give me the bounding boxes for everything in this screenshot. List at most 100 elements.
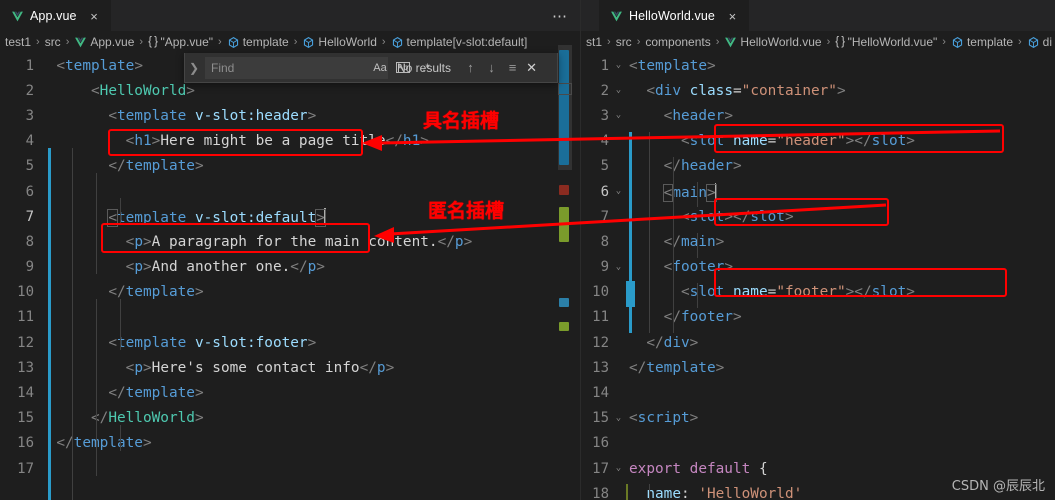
code-line[interactable]: 1 ⌄ <template> bbox=[581, 53, 1055, 78]
tab-helloworld-vue[interactable]: HelloWorld.vue × bbox=[599, 0, 749, 31]
breadcrumb-right[interactable]: st1 › src › components › HelloWorld.vue … bbox=[581, 31, 1055, 53]
fold-chevron-icon[interactable]: ⌄ bbox=[611, 179, 626, 204]
find-close-icon[interactable]: ✕ bbox=[523, 60, 540, 76]
braces-icon: { } bbox=[148, 36, 158, 48]
breadcrumb-item[interactable]: { } "HelloWorld.vue" bbox=[834, 35, 938, 49]
tabbar-spacer bbox=[581, 0, 599, 31]
find-widget[interactable]: ❯ Aa Ab .* No results ↑ ↓ ≡ ✕ bbox=[184, 53, 558, 83]
breadcrumb-label: template[v-slot:default] bbox=[406, 35, 528, 49]
code-line[interactable]: 11 bbox=[0, 305, 580, 330]
tab-app-vue[interactable]: App.vue × bbox=[0, 0, 111, 31]
line-number: 9 bbox=[600, 259, 609, 276]
find-in-selection-icon[interactable]: ≡ bbox=[504, 60, 521, 75]
line-number: 8 bbox=[25, 233, 34, 250]
code-line[interactable]: 14 </template> bbox=[0, 380, 580, 405]
fold-chevron-icon[interactable]: ⌄ bbox=[611, 78, 626, 103]
breadcrumb-left[interactable]: test1 › src › App.vue › { } "App.vue" › bbox=[0, 31, 580, 53]
breadcrumb-item[interactable]: template bbox=[950, 35, 1014, 49]
code-line[interactable]: 16 </template> bbox=[0, 431, 580, 456]
breadcrumb-item[interactable]: di bbox=[1026, 35, 1053, 49]
breadcrumb-separator: › bbox=[826, 36, 831, 48]
code-line[interactable]: 15 ⌄ <script> bbox=[581, 406, 1055, 431]
breadcrumb-item[interactable]: HelloWorld.vue bbox=[723, 35, 822, 49]
line-content: </template> bbox=[108, 385, 204, 402]
indent-guide bbox=[120, 425, 121, 451]
code-line[interactable]: 4 <h1>Here might be a page title</h1> bbox=[0, 129, 580, 154]
fold-chevron-icon[interactable]: ⌄ bbox=[611, 406, 626, 431]
breadcrumb-item[interactable]: template bbox=[226, 35, 290, 49]
breadcrumb-item[interactable]: { } "App.vue" bbox=[147, 35, 214, 49]
code-line[interactable]: 8 <p>A paragraph for the main content.</… bbox=[0, 229, 580, 254]
close-icon[interactable]: × bbox=[725, 10, 740, 23]
line-content: </div> bbox=[646, 334, 699, 351]
code-line[interactable]: 13 <p>Here's some contact info</p> bbox=[0, 355, 580, 380]
more-icon[interactable]: ⋯ bbox=[552, 7, 568, 25]
code-line[interactable]: 6 bbox=[0, 179, 580, 204]
breadcrumb-label: src bbox=[44, 35, 61, 49]
code-line[interactable]: 9 <p>And another one.</p> bbox=[0, 255, 580, 280]
code-line[interactable]: 5 </header> bbox=[581, 154, 1055, 179]
breadcrumb-item[interactable]: src bbox=[44, 35, 62, 49]
indent-guide bbox=[697, 182, 698, 207]
overview-ruler-left[interactable] bbox=[558, 45, 572, 500]
code-line[interactable]: 10 <slot name="footer"></slot> bbox=[581, 280, 1055, 305]
match-case-icon[interactable]: Aa bbox=[371, 59, 389, 77]
code-editor-left[interactable]: 1 <template> 2 <HelloWorld> 3 <template … bbox=[0, 53, 580, 500]
code-editor-right[interactable]: 1 ⌄ <template> 2 ⌄ <div class="container"> … bbox=[581, 53, 1055, 500]
fold-chevron-icon[interactable]: ⌄ bbox=[611, 53, 626, 78]
close-icon[interactable]: × bbox=[87, 10, 102, 23]
indent-guide bbox=[697, 283, 698, 308]
code-line[interactable]: 2 ⌄ <div class="container"> bbox=[581, 78, 1055, 103]
breadcrumb-item[interactable]: components bbox=[644, 35, 711, 49]
code-line[interactable]: 7 <slot></slot> bbox=[581, 204, 1055, 229]
code-line[interactable]: 5 </template> bbox=[0, 154, 580, 179]
fold-chevron-icon[interactable]: ⌄ bbox=[611, 255, 626, 280]
code-line[interactable]: 14 bbox=[581, 380, 1055, 405]
code-line[interactable]: 4 <slot name="header"></slot> bbox=[581, 129, 1055, 154]
line-content: <slot></slot> bbox=[680, 208, 794, 225]
breadcrumb-label: "App.vue" bbox=[160, 35, 214, 49]
symbol-icon bbox=[1027, 36, 1040, 49]
code-line[interactable]: 15 </HelloWorld> bbox=[0, 406, 580, 431]
code-line[interactable]: 10 </template> bbox=[0, 280, 580, 305]
line-number: 1 bbox=[25, 57, 34, 74]
breadcrumb-label: test1 bbox=[5, 35, 32, 49]
find-previous-icon[interactable]: ↑ bbox=[462, 60, 479, 75]
code-line[interactable]: 8 </main> bbox=[581, 229, 1055, 254]
chevron-right-icon[interactable]: ❯ bbox=[185, 61, 203, 75]
breadcrumb-label: App.vue bbox=[90, 35, 135, 49]
breadcrumb-item[interactable]: st1 bbox=[585, 35, 603, 49]
code-line-active[interactable]: 7 <template v-slot:default> bbox=[0, 204, 580, 229]
tabbar-more-actions[interactable]: ⋯ bbox=[552, 0, 580, 31]
line-number: 5 bbox=[25, 158, 34, 175]
code-line[interactable]: 12 <template v-slot:footer> bbox=[0, 330, 580, 355]
find-navigation[interactable]: ↑ ↓ ≡ bbox=[462, 60, 521, 75]
find-input-wrapper[interactable]: Aa Ab .* bbox=[205, 56, 430, 79]
code-line[interactable]: 3 ⌄ <header> bbox=[581, 103, 1055, 128]
symbol-icon bbox=[227, 36, 240, 49]
breadcrumb-item[interactable]: test1 bbox=[4, 35, 32, 49]
code-line[interactable]: 17 bbox=[0, 456, 580, 481]
code-line[interactable]: 3 <template v-slot:header> bbox=[0, 103, 580, 128]
breadcrumb-item[interactable]: App.vue bbox=[73, 35, 135, 49]
breadcrumb-item[interactable]: template[v-slot:default] bbox=[390, 35, 529, 49]
breadcrumb-separator: › bbox=[636, 36, 641, 48]
code-line[interactable]: 12 </div> bbox=[581, 330, 1055, 355]
breadcrumb-item[interactable]: HelloWorld bbox=[301, 35, 377, 49]
fold-chevron-icon[interactable]: ⌄ bbox=[611, 456, 626, 481]
code-line[interactable]: 16 bbox=[581, 431, 1055, 456]
indent-guide bbox=[649, 484, 650, 500]
line-number: 2 bbox=[25, 82, 34, 99]
search-input[interactable] bbox=[206, 60, 371, 75]
breadcrumb-label: st1 bbox=[586, 35, 603, 49]
code-line[interactable]: 11 </footer> bbox=[581, 305, 1055, 330]
overview-mark bbox=[559, 207, 569, 242]
code-line[interactable]: 13 </template> bbox=[581, 355, 1055, 380]
code-line-active[interactable]: 6 ⌄ <main> bbox=[581, 179, 1055, 204]
code-line[interactable]: 9 ⌄ <footer> bbox=[581, 255, 1055, 280]
find-next-icon[interactable]: ↓ bbox=[483, 60, 500, 75]
line-content: </template> bbox=[108, 158, 204, 175]
fold-chevron-icon[interactable]: ⌄ bbox=[611, 103, 626, 128]
breadcrumb-item[interactable]: src bbox=[615, 35, 633, 49]
braces-icon: { } bbox=[835, 36, 845, 48]
